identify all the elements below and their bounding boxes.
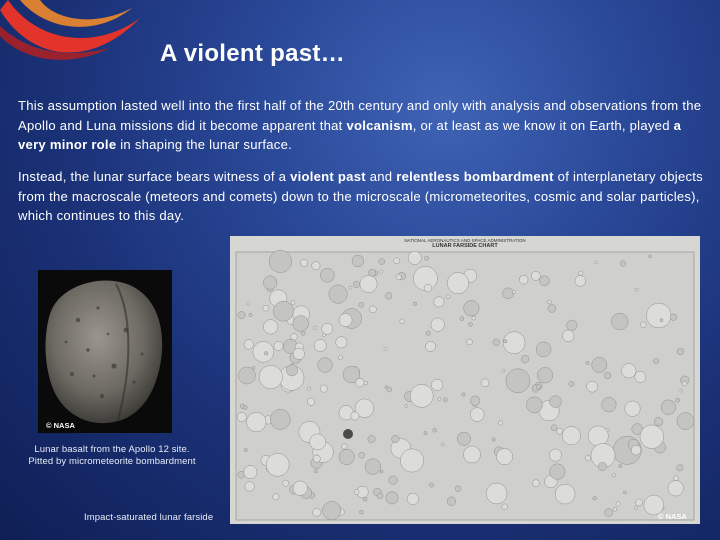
paragraph-volcanism: This assumption lasted well into the fir… xyxy=(18,98,702,153)
rock-caption: Lunar basalt from the Apollo 12 site. Pi… xyxy=(28,444,196,467)
chart-caption: Impact-saturated lunar farside xyxy=(84,512,214,523)
lunar-basalt-photo: © NASA xyxy=(38,270,172,433)
chart-credit: © NASA xyxy=(658,512,687,521)
paragraph-bombardment: Instead, the lunar surface bears witness… xyxy=(18,169,703,224)
chart-title-header: LUNAR FARSIDE CHART xyxy=(432,243,498,249)
lunar-farside-chart: NATIONAL AERONAUTICS AND SPACE ADMINISTR… xyxy=(230,236,700,524)
logo-swoosh xyxy=(0,0,140,60)
slide-title: A violent past… xyxy=(160,40,345,67)
rock-credit: © NASA xyxy=(46,421,75,430)
